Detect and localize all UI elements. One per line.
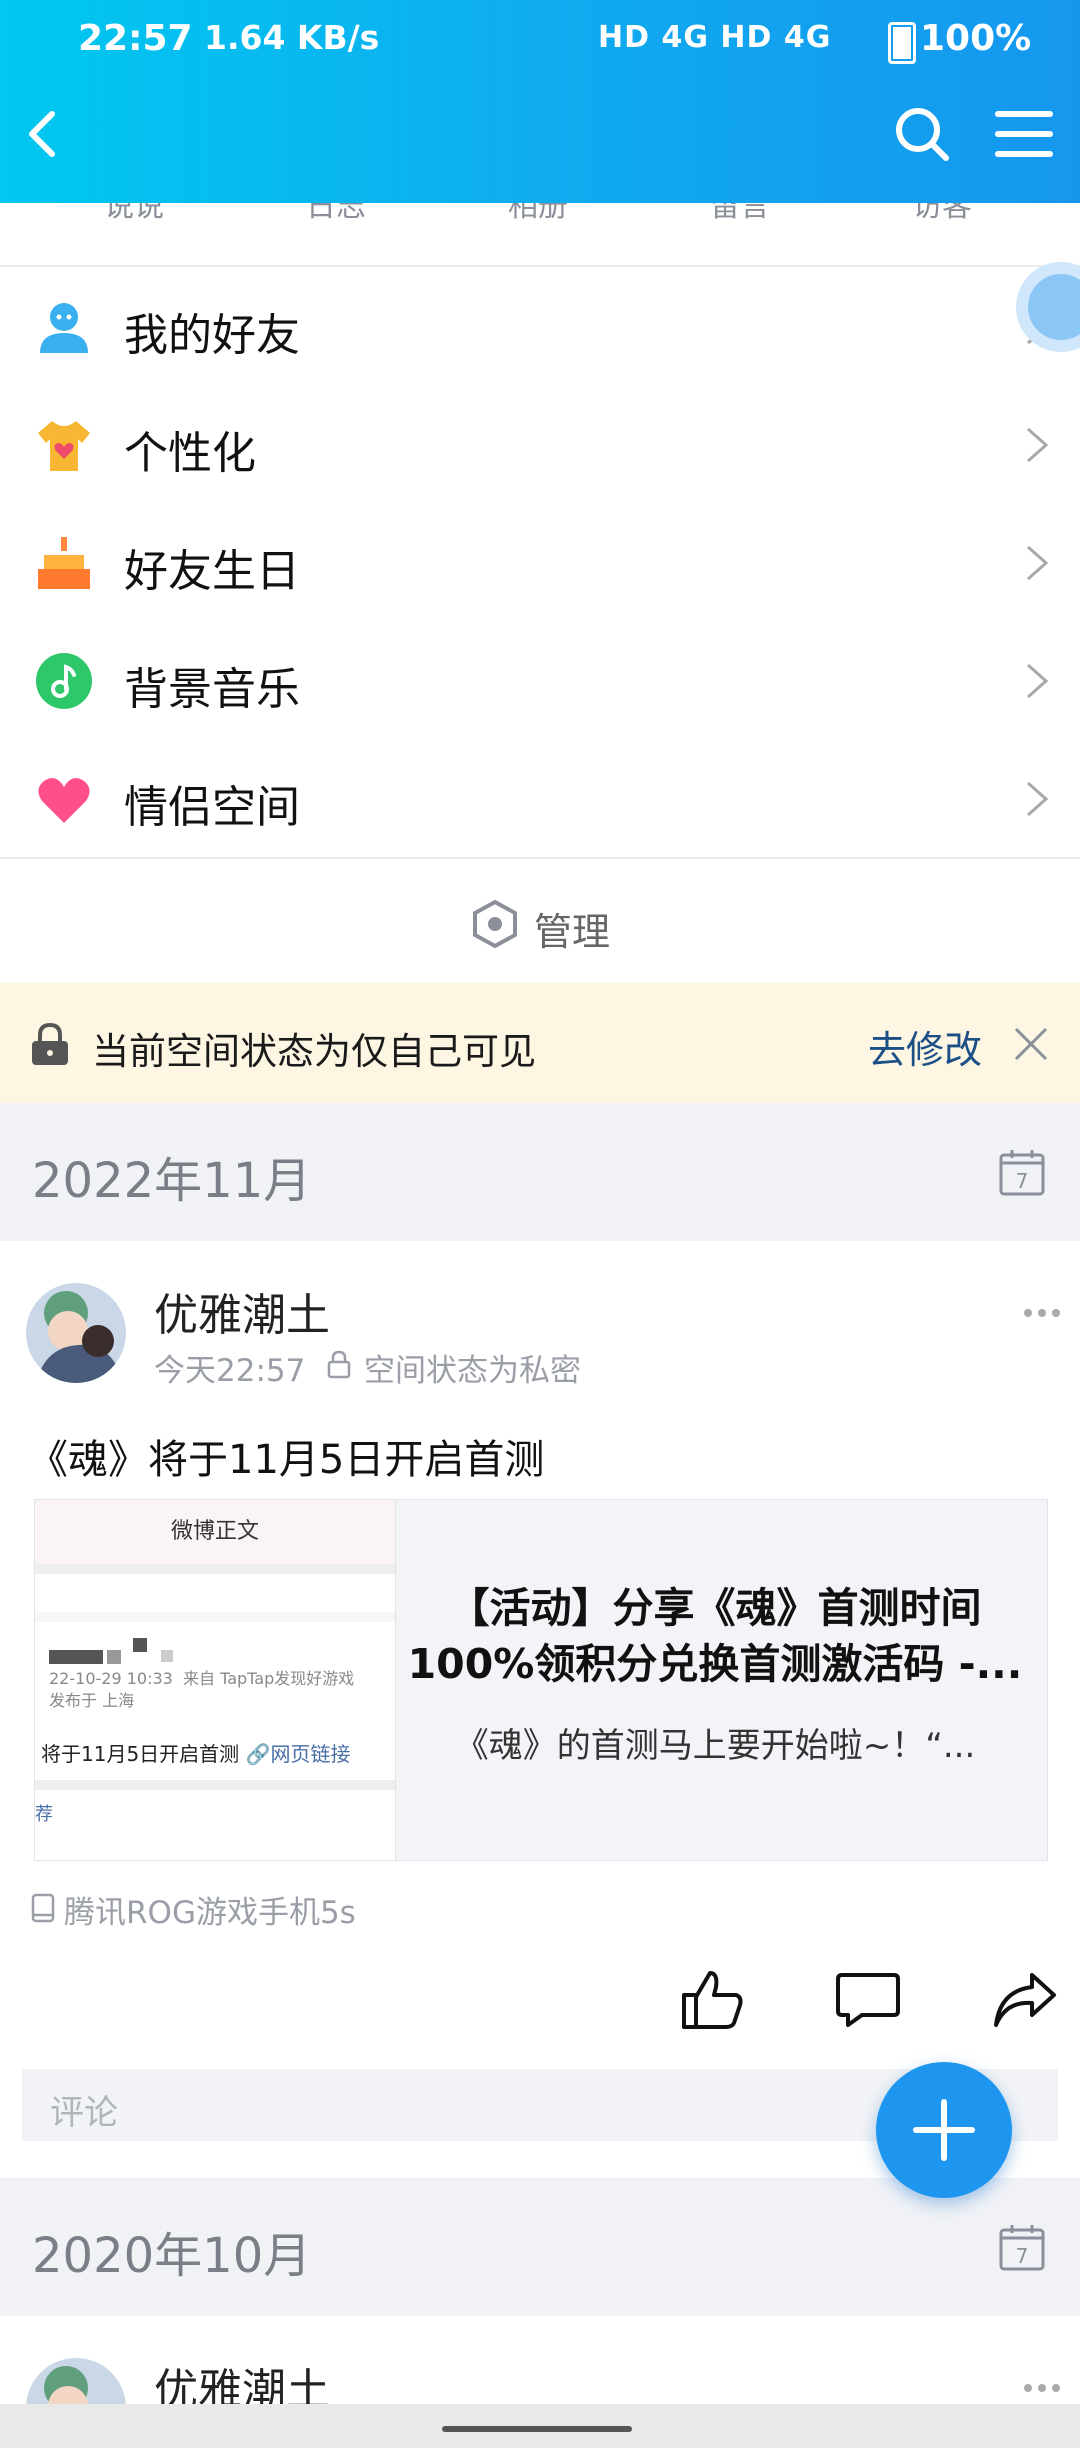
menu-item-couple-space[interactable]: 情侣空间 (0, 739, 1080, 859)
manage-label: 管理 (534, 910, 611, 954)
menu-item-label: 个性化 (124, 428, 256, 479)
post-content: 《魂》将于11月5日开启首测 (28, 1437, 545, 1483)
post-time: 今天22:57 (154, 1353, 306, 1389)
battery-icon (888, 22, 916, 64)
privacy-notice-bar: 当前空间状态为仅自己可见 去修改 (0, 983, 1080, 1103)
thumb-link-text: 网页链接 (270, 1742, 351, 1766)
share-icon[interactable] (992, 1971, 1058, 2029)
chevron-right-icon (1027, 663, 1049, 699)
hexagon-settings-icon (473, 899, 517, 949)
notice-edit-link[interactable]: 去修改 (868, 1019, 982, 1074)
lock-icon (32, 1023, 68, 1065)
music-icon (36, 653, 92, 709)
add-post-button[interactable] (876, 2062, 1012, 2198)
home-indicator[interactable] (442, 2426, 632, 2432)
profile-tabs: 说说 日志 相册 留言 访客 (0, 203, 1080, 267)
lock-icon (327, 1350, 351, 1379)
divider (35, 1612, 395, 1622)
status-time: 22:57 (78, 18, 193, 59)
divider (35, 1780, 395, 1790)
status-network-speed: 1.64 KB/s (204, 18, 380, 57)
tab-album[interactable]: 相册 (438, 203, 638, 225)
thumb-rec: 荐 (35, 1804, 53, 1825)
comment-placeholder: 评论 (50, 2093, 118, 2133)
comment-icon[interactable] (836, 1971, 900, 2029)
post-privacy: 空间状态为私密 (364, 1353, 581, 1389)
svg-text:7: 7 (1016, 2244, 1029, 2268)
cake-icon (38, 537, 90, 589)
tab-diary[interactable]: 日志 (236, 203, 436, 225)
notice-text: 当前空间状态为仅自己可见 (92, 1030, 536, 1073)
thumb-link: 🔗网页链接 (245, 1742, 351, 1766)
phone-icon (31, 1893, 55, 1923)
more-icon[interactable] (1022, 1307, 1062, 1319)
menu-item-birthday[interactable]: 好友生日 (0, 503, 1080, 623)
thumb-body-text: 将于11月5日开启首测 (41, 1742, 240, 1766)
back-arrow-icon[interactable] (16, 104, 76, 164)
app-header: 22:57 1.64 KB/s HD 4G HD 4G 100% (0, 0, 1080, 203)
menu-icon[interactable] (994, 108, 1054, 160)
feed-post: 优雅潮土 今天22:57 空间状态为私密 《魂》将于11月5日开启首测 微博正文… (0, 1241, 1080, 2181)
post-author[interactable]: 优雅潮土 (154, 1279, 330, 1343)
thumb-header: 微博正文 (35, 1500, 395, 1564)
menu-item-music[interactable]: 背景音乐 (0, 621, 1080, 741)
more-icon[interactable] (1022, 2382, 1062, 2394)
card-description: 《魂》的首测马上要开始啦~！“... (454, 1726, 976, 1766)
thumb-body: 将于11月5日开启首测 🔗网页链接 (41, 1738, 350, 1767)
menu-item-friends[interactable]: 我的好友 (0, 267, 1080, 387)
plus-icon (913, 2099, 975, 2161)
tab-shuoshuo[interactable]: 说说 (34, 203, 234, 225)
calendar-icon[interactable]: 7 (998, 1147, 1046, 1197)
month-header: 2020年10月 7 (0, 2178, 1080, 2316)
like-icon[interactable] (680, 1967, 744, 2031)
tshirt-icon (38, 421, 90, 471)
blurred-block (133, 1638, 147, 1652)
heart-icon (38, 778, 90, 823)
tab-messages[interactable]: 留言 (640, 203, 840, 225)
chevron-right-icon (1027, 545, 1049, 581)
menu-item-personalize[interactable]: 个性化 (0, 385, 1080, 505)
menu-item-label: 情侣空间 (124, 782, 300, 833)
divider (35, 1564, 395, 1574)
status-bar: 22:57 1.64 KB/s HD 4G HD 4G 100% (0, 0, 1080, 80)
blurred-block (107, 1650, 121, 1664)
status-network-type: HD 4G HD 4G (598, 20, 832, 55)
system-nav-bar (0, 2404, 1080, 2448)
post-device: 腾讯ROG游戏手机5s (64, 1895, 356, 1931)
blurred-block (49, 1650, 103, 1664)
close-icon[interactable] (1012, 1025, 1050, 1063)
month-label: 2022年11月 (32, 1153, 312, 1209)
link-thumbnail: 微博正文 22-10-29 10:33 来自 TapTap发现好游戏 发布于 上… (35, 1500, 396, 1860)
menu-item-label: 背景音乐 (124, 664, 300, 715)
status-battery: 100% (920, 18, 1032, 59)
feed-post: 优雅潮土 (0, 2316, 1080, 2416)
card-title: 【活动】分享《魂》首测时间100%领积分兑换首测激活码 -... (407, 1584, 1023, 1688)
month-header: 2022年11月 7 (0, 1103, 1080, 1241)
chevron-right-icon (1027, 427, 1049, 463)
menu-item-label: 好友生日 (124, 546, 300, 597)
svg-text:7: 7 (1016, 1169, 1029, 1193)
month-label: 2020年10月 (32, 2228, 312, 2284)
search-icon[interactable] (892, 104, 952, 164)
assistant-icon (1028, 274, 1080, 340)
menu-item-label: 我的好友 (124, 310, 300, 361)
blurred-block (161, 1650, 173, 1662)
shared-link-card[interactable]: 微博正文 22-10-29 10:33 来自 TapTap发现好游戏 发布于 上… (34, 1499, 1048, 1861)
calendar-icon[interactable]: 7 (998, 2222, 1046, 2272)
avatar[interactable] (26, 1283, 126, 1383)
friends-icon (40, 303, 88, 353)
tab-visitors[interactable]: 访客 (842, 203, 1042, 225)
thumb-meta: 22-10-29 10:33 来自 TapTap发现好游戏 发布于 上海 (49, 1669, 355, 1710)
manage-button[interactable]: 管理 (0, 865, 1080, 983)
chevron-right-icon (1027, 781, 1049, 817)
